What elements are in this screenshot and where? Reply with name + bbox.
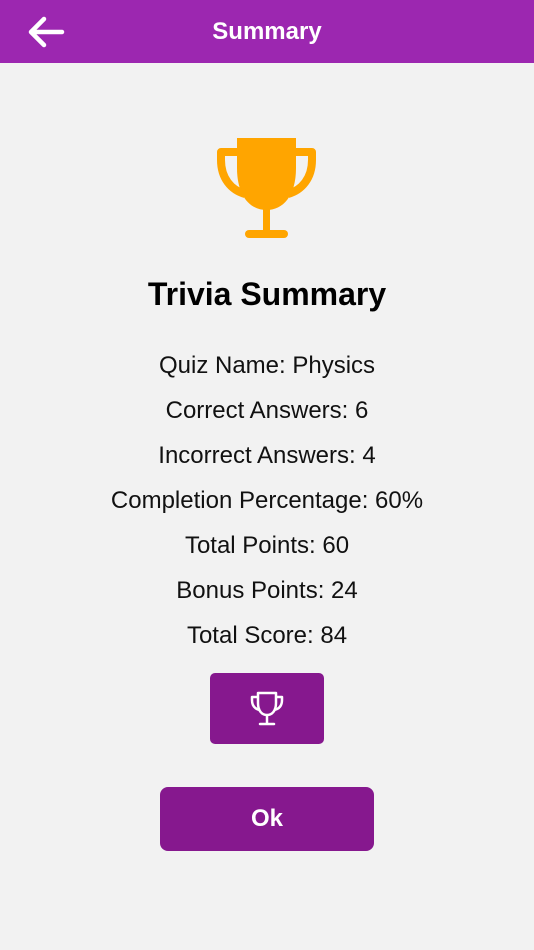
summary-heading: Trivia Summary: [147, 276, 387, 312]
incorrect-answers: Incorrect Answers: 4: [158, 442, 376, 469]
ok-button[interactable]: Ok: [160, 787, 374, 851]
app-header: Summary: [0, 0, 534, 63]
header-title: Summary: [212, 18, 322, 45]
quiz-name: Quiz Name: Physics: [158, 352, 376, 379]
trophy-outline-icon: [250, 691, 284, 725]
bonus-points: Bonus Points: 24: [176, 577, 358, 604]
trophy-icon: [215, 138, 318, 240]
total-score: Total Score: 84: [186, 622, 348, 649]
total-points: Total Points: 60: [184, 532, 350, 559]
completion-percentage: Completion Percentage: 60%: [110, 487, 424, 514]
correct-answers: Correct Answers: 6: [165, 397, 369, 424]
leaderboard-button[interactable]: [210, 673, 324, 744]
